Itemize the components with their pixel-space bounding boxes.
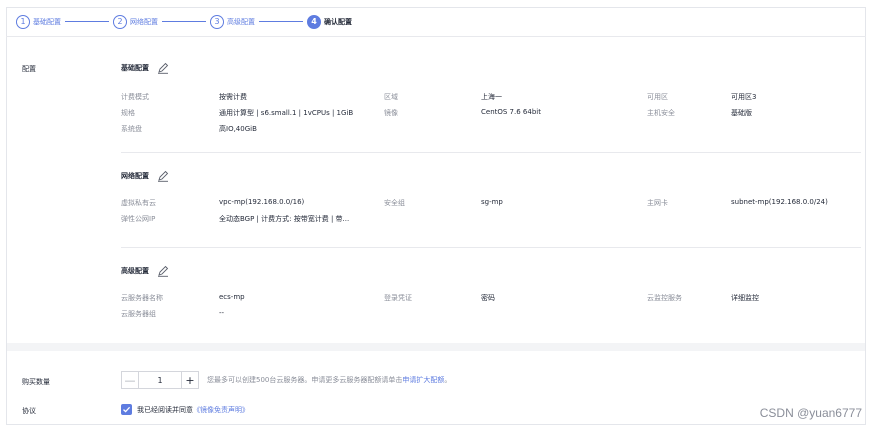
step-label: 确认配置 [324,17,352,26]
config-value: 可用区3 [731,93,757,101]
step-label: 高级配置 [227,17,255,26]
config-section-label: 配置 [22,65,36,73]
config-value: -- [219,309,225,317]
wizard-steps: 1 基础配置 2 网络配置 3 高级配置 4 确认配置 [6,7,866,37]
group-title-text: 网络配置 [121,172,149,180]
config-value: 基础版 [731,109,752,117]
config-row: 规格 通用计算型 | s6.small.1 | 1vCPUs | 1GiB 镜像 Ce… [121,108,861,120]
step-label: 基础配置 [33,17,61,26]
config-value: 上海一 [481,93,502,101]
divider [121,152,861,153]
config-value: 详细监控 [731,294,759,302]
config-value: 密码 [481,294,495,302]
config-key: 可用区 [647,93,668,101]
network-config-title: 网络配置 [121,170,169,182]
config-row: 系统盘 高IO,40GiB [121,124,861,136]
step-confirm: 4 确认配置 [307,14,352,29]
config-key: 云监控服务 [647,294,682,302]
agreement-checkbox[interactable] [121,404,132,415]
quota-hint-text: 您最多可以创建500台云服务器。申请更多云服务器配额请单击 [207,376,403,384]
step-number: 2 [113,14,127,29]
agreement-text: 我已经阅读并同意 [137,405,193,414]
config-value: sg-mp [481,198,503,206]
config-value: ecs-mp [219,293,245,301]
config-key: 安全组 [384,199,405,207]
step-advanced[interactable]: 3 高级配置 [210,14,255,29]
config-key: 登录凭证 [384,294,412,302]
quota-hint-suffix: 。 [444,376,452,384]
step-connector [65,21,109,22]
watermark: CSDN @yuan6777 [759,406,862,420]
basic-config-title: 基础配置 [121,62,169,74]
config-value: subnet-mp(192.168.0.0/24) [731,198,828,206]
config-row: 弹性公网IP 全动态BGP | 计费方式: 按带宽计费 | 带... [121,214,861,226]
config-value: 按需计费 [219,93,247,101]
quantity-input[interactable]: 1 [139,371,181,389]
increment-button[interactable]: + [181,371,199,389]
divider [121,247,861,248]
config-value: 通用计算型 | s6.small.1 | 1vCPUs | 1GiB [219,109,354,117]
step-connector [259,21,303,22]
config-row: 云服务器名称 ecs-mp 登录凭证 密码 云监控服务 详细监控 [121,293,861,305]
section-separator [7,343,865,351]
config-key: 虚拟私有云 [121,199,156,207]
config-value: 全动态BGP | 计费方式: 按带宽计费 | 带... [219,215,350,223]
step-number: 1 [16,14,30,29]
config-value: vpc-mp(192.168.0.0/16) [219,198,305,206]
request-quota-link[interactable]: 申请扩大配额 [402,376,444,384]
config-value: 高IO,40GiB [219,125,257,133]
quota-hint: 您最多可以创建500台云服务器。申请更多云服务器配额请单击申请扩大配额。 [207,375,451,385]
group-title-text: 高级配置 [121,267,149,275]
config-key: 云服务器组 [121,310,156,318]
image-disclaimer-link[interactable]: 《镜像免责声明》 [193,405,249,415]
step-connector [162,21,206,22]
config-key: 镜像 [384,109,398,117]
config-key: 计费模式 [121,93,149,101]
advanced-config-title: 高级配置 [121,265,169,277]
step-label: 网络配置 [130,17,158,26]
quantity-stepper: — 1 + 您最多可以创建500台云服务器。申请更多云服务器配额请单击申请扩大配… [121,371,451,389]
decrement-button[interactable]: — [121,371,139,389]
edit-icon[interactable] [157,170,169,182]
config-value: CentOS 7.6 64bit [481,108,541,116]
config-key: 主机安全 [647,109,675,117]
step-number: 4 [307,14,321,29]
config-key: 弹性公网IP [121,215,156,223]
agreement-label: 协议 [22,407,36,415]
agreement-row: 我已经阅读并同意 《镜像免责声明》 [121,404,249,415]
purchase-quantity-label: 购买数量 [22,378,50,386]
config-row: 计费模式 按需计费 区域 上海一 可用区 可用区3 [121,92,861,104]
step-basic[interactable]: 1 基础配置 [16,14,61,29]
edit-icon[interactable] [157,62,169,74]
config-row: 虚拟私有云 vpc-mp(192.168.0.0/16) 安全组 sg-mp 主网卡 su… [121,198,861,210]
config-key: 规格 [121,109,135,117]
step-network[interactable]: 2 网络配置 [113,14,158,29]
checkmark-icon [123,406,131,413]
config-key: 云服务器名称 [121,294,163,302]
config-key: 主网卡 [647,199,668,207]
edit-icon[interactable] [157,265,169,277]
step-number: 3 [210,14,224,29]
config-row: 云服务器组 -- [121,309,861,321]
config-key: 系统盘 [121,125,142,133]
group-title-text: 基础配置 [121,64,149,72]
config-key: 区域 [384,93,398,101]
